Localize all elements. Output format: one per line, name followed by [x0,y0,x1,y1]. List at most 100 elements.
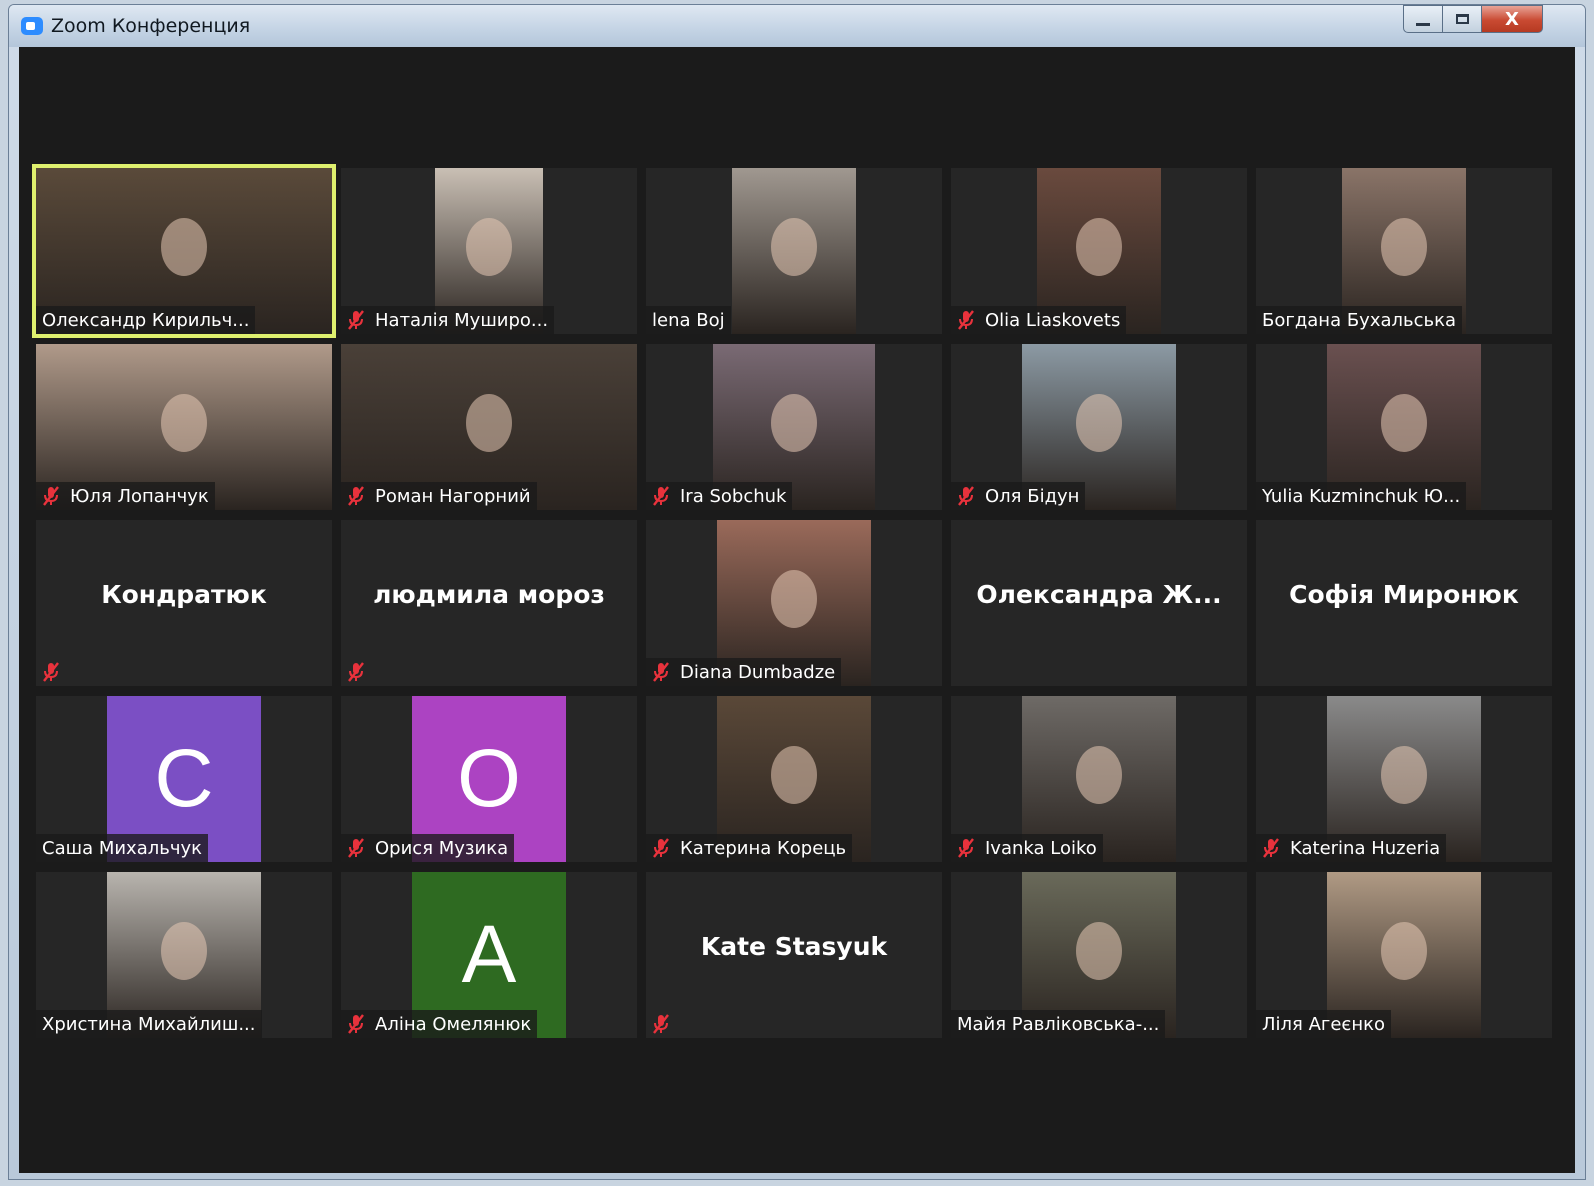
participant-nameplate: Katerina Huzeria [1256,834,1447,862]
participant-name-center: Кондратюк [101,580,267,609]
participant-face [771,393,817,452]
participant-name: lena Boj [652,309,725,331]
participant-tile[interactable]: Наталія Муширо... [341,168,637,334]
participant-tile[interactable]: Катерина Корець [646,696,942,862]
zoom-window: Zoom Конференция X Олександр Кирильч... Н… [8,4,1586,1180]
close-button[interactable]: X [1481,5,1543,33]
participant-name: Саша Михальчук [42,837,203,859]
participant-video [732,168,856,334]
participant-nameplate: Майя Равліковська-... [951,1010,1166,1038]
minimize-button[interactable] [1403,5,1443,33]
close-icon: X [1505,8,1519,30]
participant-tile[interactable]: Софія Миронюк [1256,520,1552,686]
participant-nameplate: Наталія Муширо... [341,306,555,334]
participant-tile[interactable]: Богдана Бухальська [1256,168,1552,334]
participant-name-center: Kate Stasyuk [700,932,888,961]
participant-nameplate [341,658,381,686]
participant-name: Роман Нагорний [375,485,531,507]
participant-nameplate: lena Boj [646,306,731,334]
participant-tile[interactable]: A Аліна Омелянюк [341,872,637,1038]
participant-name: Наталія Муширо... [375,309,549,331]
participant-name-center: Софія Миронюк [1289,580,1519,609]
participant-nameplate: Роман Нагорний [341,482,537,510]
participant-name: Ivanka Loiko [985,837,1097,859]
participant-name: Катерина Корець [680,837,847,859]
muted-mic-icon [42,486,60,506]
participant-tile[interactable]: Yulia Kuzminchuk Ю... [1256,344,1552,510]
muted-mic-icon [652,486,670,506]
muted-mic-icon [42,662,60,682]
muted-mic-icon [652,662,670,682]
participant-name: Христина Михайлиш... [42,1013,256,1035]
window-title: Zoom Конференция [51,15,251,37]
participant-tile[interactable]: Kate Stasyuk [646,872,942,1038]
participant-tile[interactable]: Олександр Кирильч... [32,164,336,338]
participant-tile[interactable]: Katerina Huzeria [1256,696,1552,862]
participant-face [771,745,817,804]
participant-face [771,217,817,276]
participant-name: Оля Бідун [985,485,1080,507]
participant-nameplate: Олександр Кирильч... [36,306,256,334]
participant-name: Юля Лопанчук [70,485,209,507]
maximize-icon [1455,14,1469,24]
participant-nameplate: Ivanka Loiko [951,834,1103,862]
participant-name: Diana Dumbadze [680,661,836,683]
participant-nameplate: Yulia Kuzminchuk Ю... [1256,482,1467,510]
maximize-button[interactable] [1442,5,1482,33]
participant-face [1381,217,1427,276]
participant-nameplate: Богдана Бухальська [1256,306,1463,334]
muted-mic-icon [957,310,975,330]
participant-tile[interactable]: Ira Sobchuk [646,344,942,510]
participant-nameplate [646,1010,686,1038]
zoom-camera-icon [21,17,43,35]
participant-face [1076,745,1122,804]
participant-tile[interactable]: Юля Лопанчук [36,344,332,510]
participant-name: Олександр Кирильч... [42,309,250,331]
participant-name: Olia Liaskovets [985,309,1121,331]
participant-nameplate: Olia Liaskovets [951,306,1127,334]
participant-tile[interactable]: lena Boj [646,168,942,334]
muted-mic-icon [652,1014,670,1034]
participant-face [1076,393,1122,452]
muted-mic-icon [347,310,365,330]
participant-nameplate: Аліна Омелянюк [341,1010,538,1038]
participant-name: Katerina Huzeria [1290,837,1441,859]
participant-face [771,569,817,628]
participant-tile[interactable]: O Орися Музика [341,696,637,862]
participant-face [161,393,207,452]
gallery-view: Олександр Кирильч... Наталія Муширо... len… [19,47,1575,1173]
participant-nameplate: Орися Музика [341,834,515,862]
participant-nameplate: Христина Михайлиш... [36,1010,262,1038]
participant-tile[interactable]: Кондратюк [36,520,332,686]
title-bar[interactable]: Zoom Конференция X [9,5,1585,47]
participant-tile[interactable]: Христина Михайлиш... [36,872,332,1038]
minimize-icon [1416,22,1430,26]
participant-tile[interactable]: Diana Dumbadze [646,520,942,686]
participant-face [466,217,512,276]
muted-mic-icon [957,838,975,858]
participant-nameplate: Саша Михальчук [36,834,209,862]
participant-tile[interactable]: Ivanka Loiko [951,696,1247,862]
participant-name-center: людмила мороз [373,580,605,609]
muted-mic-icon [347,838,365,858]
participant-nameplate: Оля Бідун [951,482,1086,510]
participant-name: Орися Музика [375,837,509,859]
participant-tile[interactable]: Ліля Агеєнко [1256,872,1552,1038]
participant-tile[interactable]: Olia Liaskovets [951,168,1247,334]
participant-nameplate: Ліля Агеєнко [1256,1010,1391,1038]
participant-name: Майя Равліковська-... [957,1013,1160,1035]
participant-name: Ліля Агеєнко [1262,1013,1385,1035]
participant-tile[interactable]: Майя Равліковська-... [951,872,1247,1038]
participant-nameplate: Diana Dumbadze [646,658,842,686]
participant-tile[interactable]: Олександра Ж... [951,520,1247,686]
participant-face [1076,921,1122,980]
muted-mic-icon [347,662,365,682]
participant-name: Ira Sobchuk [680,485,787,507]
participant-face [1381,393,1427,452]
participant-name: Богдана Бухальська [1262,309,1457,331]
participant-tile[interactable]: Оля Бідун [951,344,1247,510]
muted-mic-icon [652,838,670,858]
participant-tile[interactable]: Роман Нагорний [341,344,637,510]
participant-tile[interactable]: людмила мороз [341,520,637,686]
participant-tile[interactable]: C Саша Михальчук [36,696,332,862]
